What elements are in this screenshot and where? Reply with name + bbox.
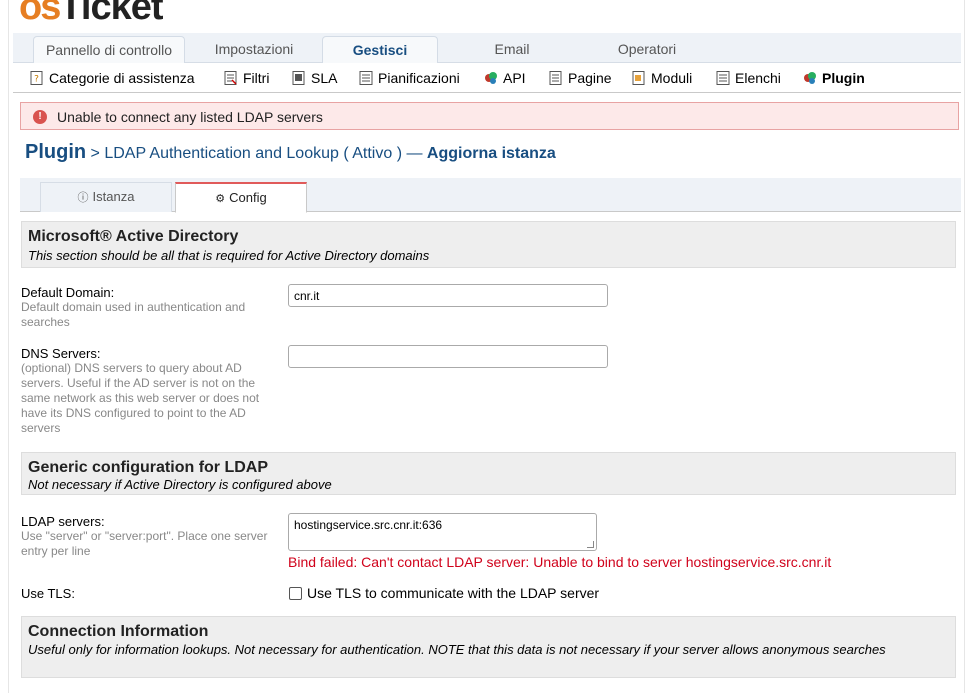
logo-part-ticket: Ticket [59, 0, 163, 26]
use-tls-label: Use TLS: [21, 586, 75, 601]
title-plugin-link[interactable]: Plugin [25, 141, 86, 163]
tab-agents[interactable]: Operatori [595, 36, 699, 63]
subnav-schedules-label: Pianificazioni [378, 70, 460, 86]
pages-icon [549, 71, 562, 85]
subnav-sla-label: SLA [311, 70, 338, 86]
section-connection-info: Connection Information Useful only for i… [21, 616, 956, 678]
filters-icon [224, 71, 237, 85]
default-domain-hint: Default domain used in authentication an… [21, 300, 246, 329]
subnav-filters[interactable]: Filtri [224, 69, 269, 87]
plugin-tabs: ⓘ Istanza ⚙ Config [20, 178, 961, 213]
ldap-servers-textarea[interactable]: hostingservice.src.cnr.it:636 [288, 513, 597, 551]
tab-config-label: Config [229, 190, 267, 205]
subnav-pages[interactable]: Pagine [549, 69, 612, 87]
plugin-icon [804, 72, 816, 84]
ldap-servers-error: Bind failed: Can't contact LDAP server: … [288, 554, 832, 570]
svg-text:?: ? [34, 75, 39, 85]
subnav-filters-label: Filtri [243, 70, 270, 86]
ldap-servers-value: hostingservice.src.cnr.it:636 [294, 518, 443, 532]
sla-icon [292, 71, 305, 85]
forms-icon [632, 71, 645, 85]
subnav-lists[interactable]: Elenchi [716, 69, 781, 87]
sub-nav: ? Categorie di assistenza Filtri SLA Pian… [13, 63, 961, 93]
api-icon [485, 72, 497, 84]
subnav-help-topics-label: Categorie di assistenza [49, 70, 195, 86]
subnav-help-topics[interactable]: ? Categorie di assistenza [30, 69, 195, 87]
section-title: Connection Information [28, 623, 209, 640]
tab-email-label: Email [494, 41, 530, 57]
tab-settings-label: Impostazioni [214, 41, 294, 57]
section-description: Useful only for information lookups. Not… [28, 642, 886, 657]
tab-instance-label: Istanza [92, 189, 135, 204]
resize-handle[interactable] [587, 541, 594, 548]
subnav-plugins[interactable]: Plugin [803, 69, 865, 87]
section-generic-ldap: Generic configuration for LDAP Not neces… [21, 452, 956, 495]
page-container: osTicket Pannello di controllo Impostazi… [8, 0, 965, 693]
tab-agents-label: Operatori [617, 41, 677, 57]
default-domain-label: Default Domain: [21, 285, 115, 300]
use-tls-checkbox-label[interactable]: Use TLS to communicate with the LDAP ser… [307, 585, 599, 601]
subnav-lists-label: Elenchi [735, 70, 781, 86]
logo-part-os: os [19, 0, 61, 26]
main-nav: Pannello di controllo Impostazioni Gesti… [13, 33, 961, 63]
subnav-schedules[interactable]: Pianificazioni [359, 69, 460, 87]
schedules-icon [359, 71, 373, 85]
info-icon: ⓘ [77, 192, 89, 204]
lists-icon [716, 71, 730, 85]
ldap-servers-label: LDAP servers: [21, 514, 105, 529]
tab-instance[interactable]: ⓘ Istanza [40, 182, 172, 212]
error-icon: ! [33, 110, 47, 124]
default-domain-input[interactable] [288, 284, 608, 307]
subnav-forms-label: Moduli [651, 70, 693, 86]
title-action: Aggiorna istanza [426, 145, 556, 162]
ldap-servers-hint: Use "server" or "server:port". Place one… [21, 529, 268, 558]
page-title: Plugin > LDAP Authentication and Lookup … [25, 141, 556, 164]
error-message: Unable to connect any listed LDAP server… [57, 109, 323, 125]
gear-icon: ⚙ [215, 193, 226, 205]
help-topics-icon: ? [30, 71, 43, 85]
subnav-api[interactable]: API [484, 69, 526, 87]
section-active-directory: Microsoft® Active Directory This section… [21, 221, 956, 268]
tab-dashboard-label: Pannello di controllo [45, 42, 173, 58]
dns-servers-input[interactable] [288, 345, 608, 368]
subnav-sla[interactable]: SLA [292, 69, 337, 87]
subnav-pages-label: Pagine [568, 70, 612, 86]
use-tls-checkbox[interactable] [289, 587, 302, 600]
tab-settings[interactable]: Impostazioni [199, 36, 309, 63]
tab-manage[interactable]: Gestisci [322, 36, 438, 63]
section-title: Generic configuration for LDAP [28, 459, 269, 476]
tab-manage-label: Gestisci [352, 42, 408, 58]
error-alert: ! Unable to connect any listed LDAP serv… [20, 102, 959, 130]
subnav-forms[interactable]: Moduli [632, 69, 692, 87]
section-description: Not necessary if Active Directory is con… [28, 477, 332, 492]
tab-email[interactable]: Email [468, 36, 556, 63]
section-description: This section should be all that is requi… [28, 248, 430, 263]
dns-servers-hint: (optional) DNS servers to query about AD… [21, 361, 260, 435]
dns-servers-label: DNS Servers: [21, 346, 101, 361]
subnav-plugins-label: Plugin [822, 70, 865, 86]
osticket-logo[interactable]: osTicket [19, 0, 163, 26]
title-breadcrumb: > LDAP Authentication and Lookup ( Attiv… [86, 145, 427, 162]
tab-config[interactable]: ⚙ Config [175, 182, 307, 213]
section-title: Microsoft® Active Directory [28, 228, 239, 245]
subnav-api-label: API [503, 70, 526, 86]
tab-dashboard[interactable]: Pannello di controllo [33, 36, 185, 63]
